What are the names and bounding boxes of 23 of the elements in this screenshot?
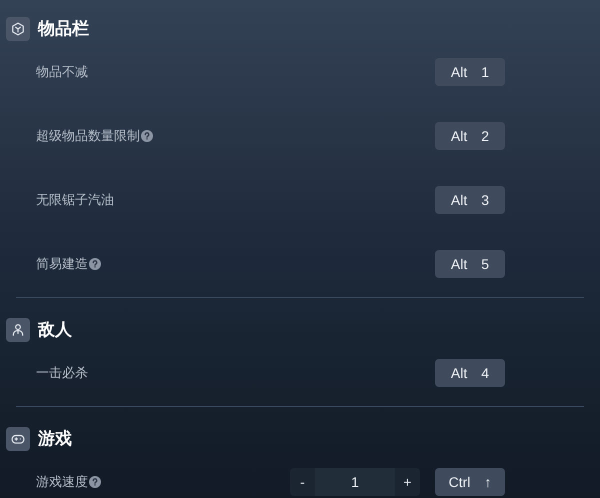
increment-button[interactable]: +	[395, 468, 420, 496]
hotkey-button[interactable]: Alt 4	[435, 359, 505, 387]
hotkey-button[interactable]: Alt 1	[435, 58, 505, 86]
option-label: 超级物品数量限制	[36, 127, 140, 146]
value-field[interactable]: 1	[315, 468, 395, 496]
section-title: 物品栏	[38, 18, 89, 40]
hotkey-button[interactable]: Alt 5	[435, 250, 505, 278]
hotkey-button[interactable]: Alt 2	[435, 122, 505, 150]
section-title: 敌人	[38, 319, 72, 342]
decrement-button[interactable]: -	[290, 468, 315, 496]
option-label: 一击必杀	[36, 364, 88, 382]
section-title: 游戏	[38, 428, 72, 450]
gamepad-icon	[6, 427, 30, 451]
person-icon	[6, 318, 30, 342]
option-label: 简易建造	[36, 255, 88, 274]
option-label: 游戏速度	[36, 473, 88, 492]
option-label: 物品不减	[36, 63, 88, 82]
help-icon[interactable]	[89, 258, 101, 270]
help-icon[interactable]	[141, 130, 153, 142]
hotkey-button[interactable]: Ctrl ↑	[435, 468, 505, 496]
hotkey-button[interactable]: Alt 3	[435, 186, 505, 214]
help-icon[interactable]	[89, 476, 101, 488]
option-label: 无限锯子汽油	[36, 191, 114, 210]
